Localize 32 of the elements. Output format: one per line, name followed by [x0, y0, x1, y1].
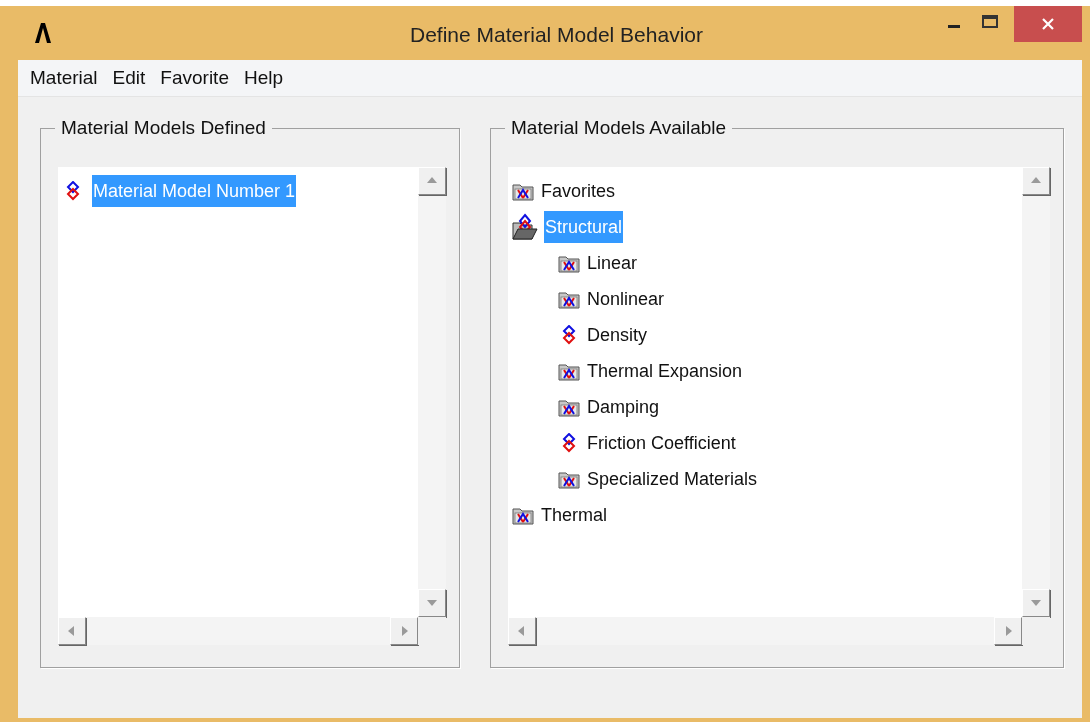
vertical-scrollbar[interactable]	[1022, 167, 1050, 617]
tree-item[interactable]: Thermal	[540, 499, 608, 531]
menu-item[interactable]: Favorite	[153, 63, 236, 93]
horizontal-scrollbar[interactable]	[508, 617, 1022, 645]
scroll-button[interactable]	[508, 617, 536, 645]
scroll-button[interactable]	[1022, 167, 1050, 195]
close-icon	[1042, 18, 1054, 30]
model-icon	[562, 325, 576, 345]
tree-item[interactable]: Thermal Expansion	[586, 355, 744, 387]
scroll-button[interactable]	[994, 617, 1022, 645]
scroll-button[interactable]	[418, 589, 446, 617]
menu-item[interactable]: Help	[236, 63, 291, 93]
scroll-button[interactable]	[418, 167, 446, 195]
horizontal-scrollbar[interactable]	[58, 617, 418, 645]
logo-icon	[32, 22, 54, 44]
tree-item[interactable]: Density	[586, 319, 649, 351]
tree-item[interactable]: Linear	[586, 247, 639, 279]
model-icon	[562, 433, 576, 453]
menu-item[interactable]: Edit	[105, 63, 153, 93]
scroll-button[interactable]	[390, 617, 418, 645]
scroll-button[interactable]	[1022, 589, 1050, 617]
scroll-button[interactable]	[58, 617, 86, 645]
tree-item[interactable]: Favorites	[540, 175, 617, 207]
vertical-scrollbar[interactable]	[418, 167, 446, 617]
menu-item[interactable]: Material	[23, 63, 105, 93]
window-title: Define Material Model Behavior	[410, 22, 703, 48]
tree-item[interactable]: Specialized Materials	[586, 463, 759, 495]
tree-item[interactable]: Nonlinear	[586, 283, 666, 315]
close-button[interactable]	[1014, 6, 1082, 42]
model-icon	[66, 181, 80, 201]
tree-item[interactable]: Damping	[586, 391, 661, 423]
tree-item[interactable]: Friction Coefficient	[586, 427, 737, 459]
